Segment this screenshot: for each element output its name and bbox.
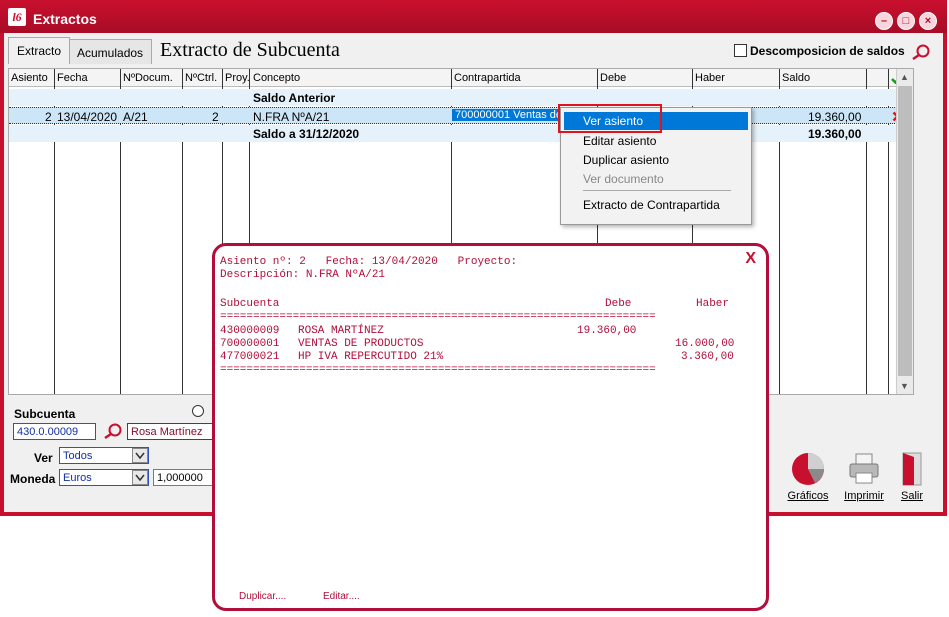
- col-header-haber[interactable]: Haber: [695, 72, 725, 84]
- scroll-down-icon[interactable]: ▼: [900, 381, 909, 391]
- tab-acumulados[interactable]: Acumulados: [68, 39, 153, 64]
- cell-contrapartida[interactable]: 700000001 Ventas de: [452, 109, 566, 121]
- cell-concepto: Saldo Anterior: [253, 91, 336, 105]
- editar-link[interactable]: Editar....: [323, 591, 360, 602]
- line-cuenta: 700000001: [220, 338, 280, 350]
- popup-separator: ========================================…: [220, 364, 656, 376]
- table-row-selected[interactable]: 2 13/04/2020 A/21 2 N.FRA NºA/21 7000000…: [9, 107, 913, 124]
- col-header-documento[interactable]: NºDocum.: [123, 72, 173, 84]
- popup-header-line2: Descripción: N.FRA NºA/21: [220, 269, 386, 281]
- vertical-scrollbar[interactable]: ▲ ▼: [896, 69, 913, 394]
- subcuenta-label: Subcuenta: [14, 407, 76, 421]
- search-icon[interactable]: [908, 42, 932, 62]
- line-cuenta: 430000009: [220, 325, 280, 337]
- minimize-button[interactable]: –: [875, 12, 893, 30]
- col-header-proyecto[interactable]: Proy.: [225, 72, 250, 84]
- close-popup-button[interactable]: X: [745, 250, 756, 268]
- highlight-box: [558, 104, 662, 133]
- line-nombre: HP IVA REPERCUTIDO 21%: [298, 351, 444, 363]
- cell-saldo: 19.360,00: [808, 127, 862, 141]
- ver-select[interactable]: Todos: [59, 447, 149, 464]
- checkbox-label: Descomposicion de saldos: [750, 44, 905, 58]
- col-header-debe[interactable]: Debe: [600, 72, 626, 84]
- menu-item-extracto-contrapartida[interactable]: Extracto de Contrapartida: [583, 196, 720, 214]
- exit-door-icon: [902, 452, 922, 486]
- descomposicion-checkbox[interactable]: Descomposicion de saldos: [734, 44, 905, 58]
- window-title: Extractos: [33, 11, 97, 27]
- chevron-down-icon[interactable]: [132, 470, 148, 485]
- line-haber: 3.360,00: [681, 351, 734, 363]
- subcuenta-name-field: Rosa Martínez: [127, 423, 217, 440]
- cell-control: 2: [212, 110, 219, 124]
- menu-item-ver-documento: Ver documento: [583, 172, 664, 186]
- salir-button[interactable]: Salir: [894, 451, 930, 502]
- col-header-contrapartida[interactable]: Contrapartida: [454, 72, 521, 84]
- printer-icon: [849, 453, 879, 484]
- scroll-up-icon[interactable]: ▲: [900, 72, 909, 82]
- tab-label: Acumulados: [77, 46, 144, 60]
- col-header-fecha[interactable]: Fecha: [57, 72, 88, 84]
- cell-fecha: 13/04/2020: [57, 110, 118, 124]
- line-haber: 16.000,00: [675, 338, 735, 350]
- graficos-label: Gráficos: [787, 490, 829, 502]
- moneda-select[interactable]: Euros: [59, 469, 149, 486]
- popup-col-debe: Debe: [605, 298, 632, 310]
- ver-label: Ver: [34, 451, 53, 465]
- table-row[interactable]: Saldo Anterior: [9, 89, 913, 106]
- subcuenta-input[interactable]: 430.0.00009: [13, 423, 96, 440]
- popup-col-haber: Haber: [696, 298, 730, 310]
- col-header-concepto[interactable]: Concepto: [253, 72, 300, 84]
- popup-separator: ========================================…: [220, 311, 656, 323]
- exchange-rate-input[interactable]: 1,000000: [153, 469, 217, 486]
- cell-concepto: N.FRA NºA/21: [253, 110, 330, 124]
- popup-header-line1: Asiento nº: 2 Fecha: 13/04/2020 Proyecto…: [220, 256, 518, 268]
- ver-value: Todos: [63, 450, 93, 462]
- menu-item-editar-asiento[interactable]: Editar asiento: [583, 132, 656, 150]
- title-bar: l6 Extractos – □ ×: [0, 0, 947, 33]
- popup-col-subcuenta: Subcuenta: [220, 298, 280, 310]
- cell-documento: A/21: [123, 110, 148, 124]
- line-nombre: VENTAS DE PRODUCTOS: [298, 338, 424, 350]
- subcuenta-search-icon[interactable]: [100, 421, 124, 441]
- asiento-popup: X Asiento nº: 2 Fecha: 13/04/2020 Proyec…: [212, 243, 769, 611]
- chevron-down-icon[interactable]: [132, 448, 148, 463]
- col-header-saldo[interactable]: Saldo: [782, 72, 810, 84]
- col-header-control[interactable]: NºCtrl.: [185, 72, 217, 84]
- tab-extracto[interactable]: Extracto: [8, 37, 71, 64]
- line-debe: 19.360,00: [577, 325, 637, 337]
- imprimir-button[interactable]: Imprimir: [840, 451, 888, 502]
- cell-saldo: 19.360,00: [808, 110, 862, 124]
- tab-label: Extracto: [17, 44, 62, 58]
- menu-separator: [583, 190, 731, 191]
- salir-label: Salir: [900, 490, 923, 502]
- pie-chart-icon: [792, 453, 824, 485]
- line-cuenta: 477000021: [220, 351, 280, 363]
- moneda-value: Euros: [63, 472, 92, 484]
- cell-asiento: 2: [45, 110, 52, 124]
- cell-concepto: Saldo a 31/12/2020: [253, 127, 360, 141]
- maximize-button[interactable]: □: [897, 12, 915, 30]
- menu-item-duplicar-asiento[interactable]: Duplicar asiento: [583, 151, 669, 169]
- moneda-label: Moneda: [10, 472, 56, 486]
- radio-option[interactable]: [192, 405, 204, 417]
- close-window-button[interactable]: ×: [919, 12, 937, 30]
- col-header-asiento[interactable]: Asiento: [11, 72, 48, 84]
- duplicar-link[interactable]: Duplicar....: [239, 591, 286, 602]
- table-row[interactable]: Saldo a 31/12/2020 19.360,00: [9, 125, 913, 142]
- imprimir-label: Imprimir: [844, 490, 884, 502]
- line-nombre: ROSA MARTÍNEZ: [298, 325, 384, 337]
- checkbox-box[interactable]: [734, 44, 747, 57]
- app-logo-icon: l6: [8, 8, 26, 26]
- scroll-thumb[interactable]: [898, 86, 912, 376]
- graficos-button[interactable]: Gráficos: [784, 451, 832, 502]
- page-title: Extracto de Subcuenta: [160, 39, 340, 61]
